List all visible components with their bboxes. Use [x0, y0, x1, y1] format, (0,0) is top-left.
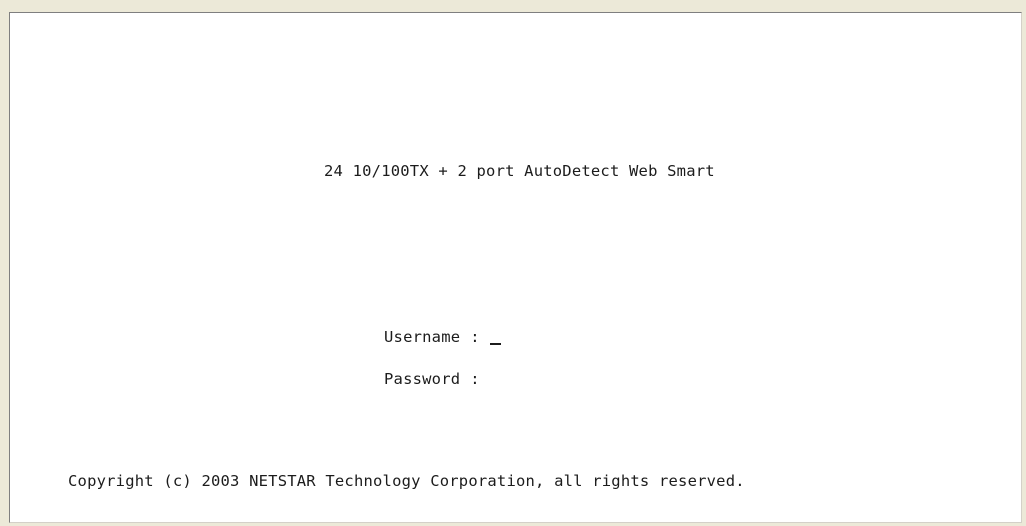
device-title: 24 10/100TX + 2 port AutoDetect Web Smar…: [324, 162, 715, 180]
text-cursor: [489, 343, 501, 345]
username-label: Username: [384, 328, 461, 346]
password-row: Password :: [384, 369, 710, 389]
terminal-screen: 24 10/100TX + 2 port AutoDetect Web Smar…: [9, 12, 1022, 523]
password-input[interactable]: [490, 369, 710, 389]
password-label: Password: [384, 370, 461, 388]
window-frame: 24 10/100TX + 2 port AutoDetect Web Smar…: [0, 0, 1026, 526]
password-separator: :: [470, 370, 480, 388]
username-input[interactable]: [489, 327, 710, 347]
username-row: Username :: [384, 327, 710, 347]
username-separator: :: [470, 328, 480, 346]
copyright-notice: Copyright (c) 2003 NETSTAR Technology Co…: [68, 472, 745, 490]
